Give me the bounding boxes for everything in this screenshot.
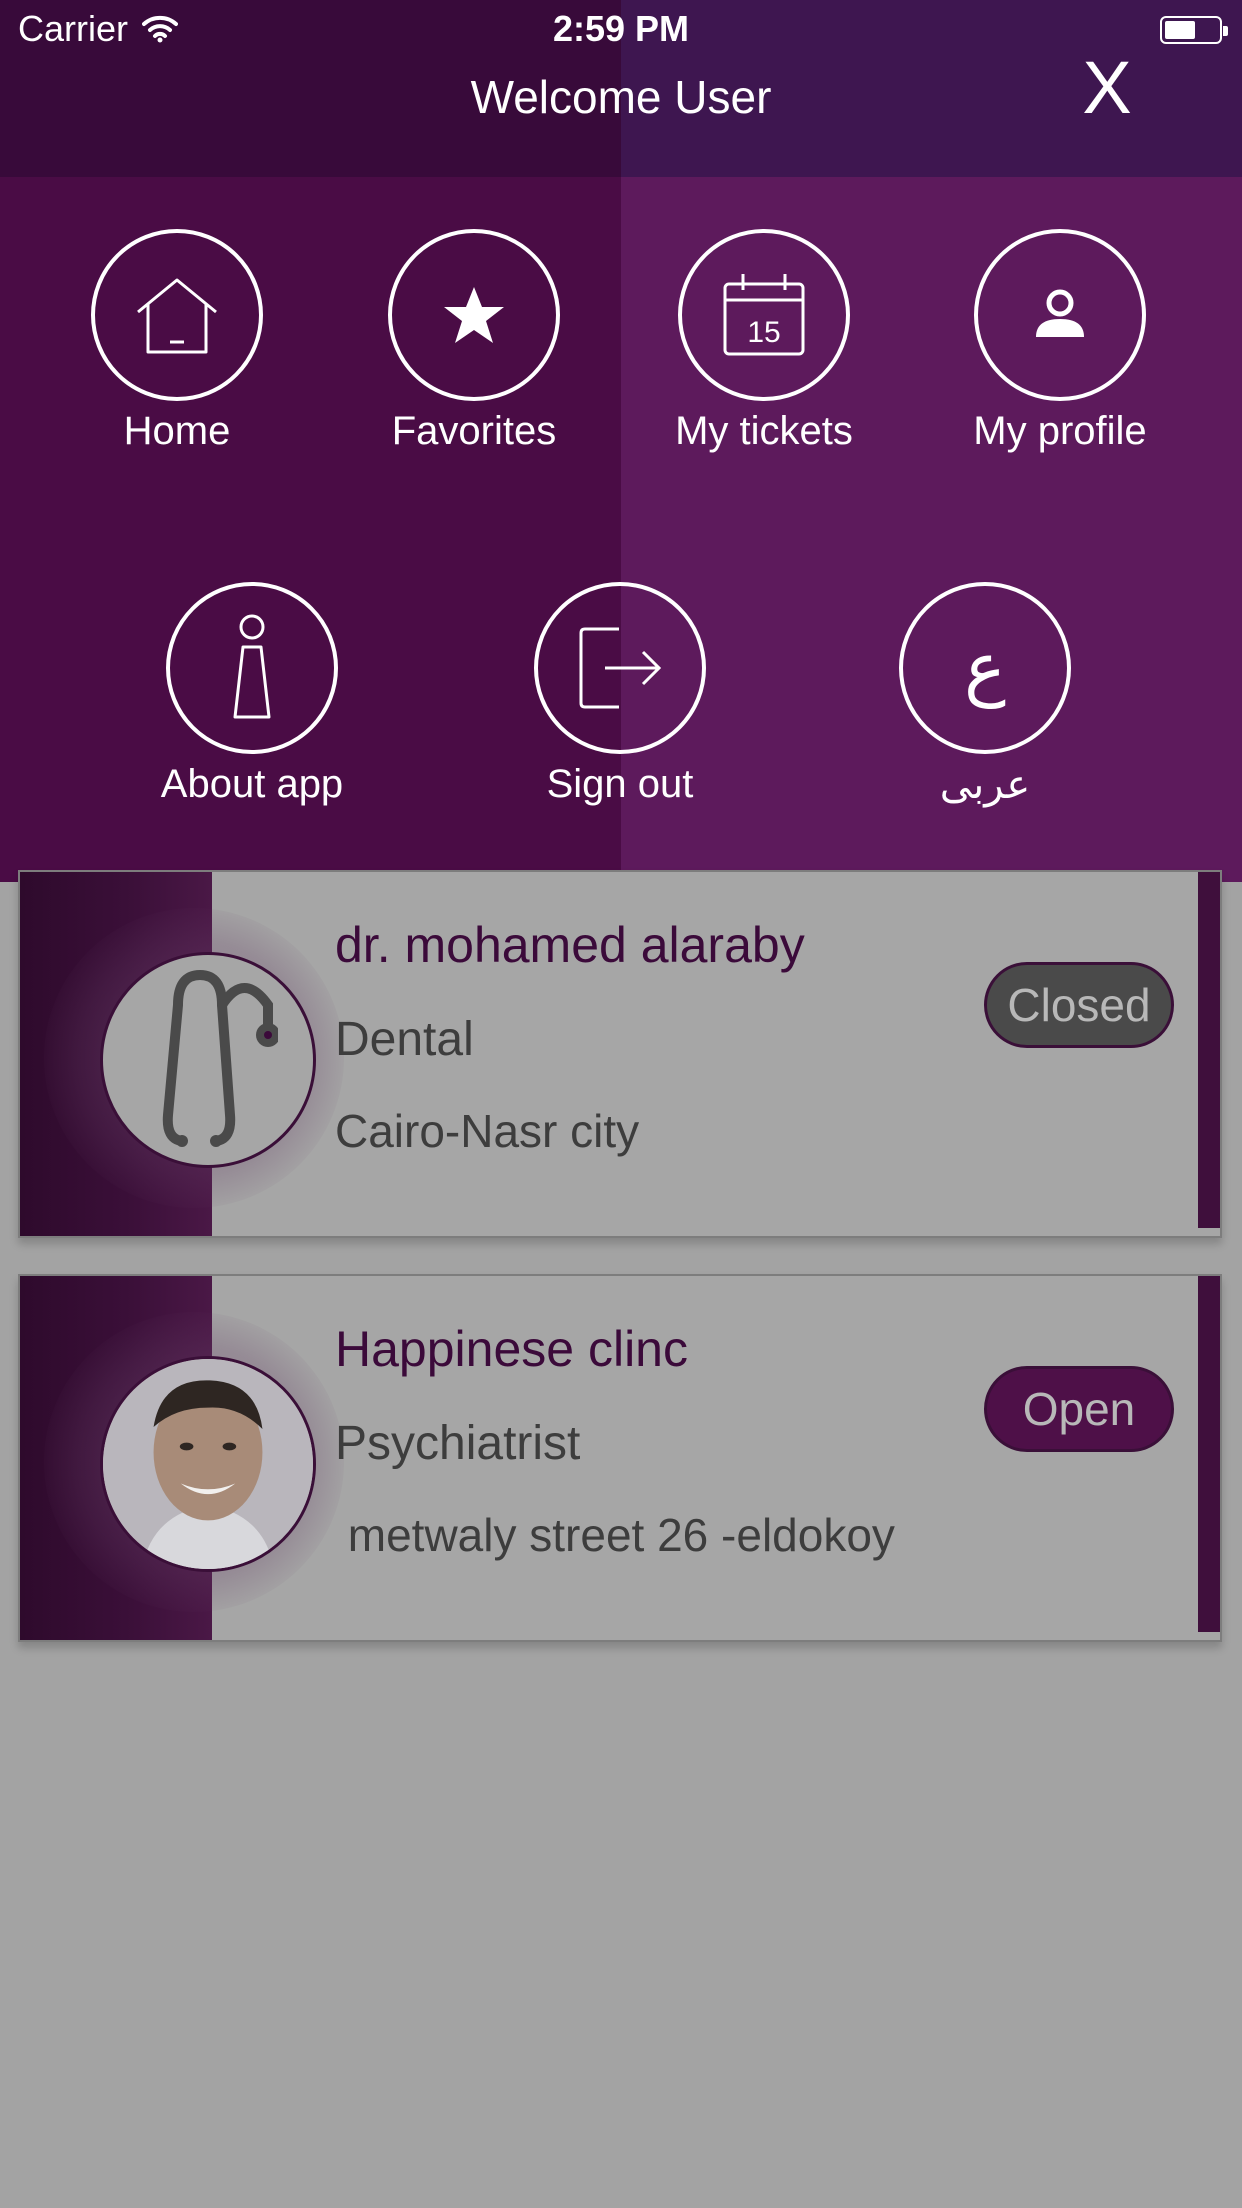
menu-label: عربى	[939, 763, 1031, 807]
close-menu-button[interactable]: X	[1076, 51, 1138, 125]
doctor-card[interactable]: dr. mohamed alaraby Dental Cairo-Nasr ci…	[18, 870, 1222, 1238]
header-title: Welcome User	[470, 71, 772, 123]
side-menu: Home Favorites 15 My tickets My profile …	[0, 177, 1242, 882]
menu-label: My profile	[973, 409, 1147, 453]
menu-item-sign-out[interactable]: Sign out	[490, 582, 750, 807]
battery-icon	[1160, 16, 1228, 44]
menu-label: Favorites	[391, 409, 557, 453]
stethoscope-icon	[162, 970, 278, 1147]
menu-item-favorites[interactable]: Favorites	[344, 229, 604, 454]
menu-label: My tickets	[675, 409, 853, 453]
star-icon	[444, 287, 504, 343]
card-accent	[1198, 1276, 1220, 1632]
menu-label: Sign out	[546, 762, 694, 806]
doctor-specialty: Dental	[335, 1013, 474, 1066]
home-icon	[137, 278, 217, 354]
doctor-name: dr. mohamed alaraby	[335, 917, 805, 973]
menu-ring: ع	[899, 582, 1071, 754]
status-badge: Open	[984, 1366, 1174, 1452]
menu-ring	[974, 229, 1146, 401]
calendar-icon: 15	[723, 274, 805, 356]
doctor-name: Happinese clinc	[335, 1321, 688, 1377]
menu-ring	[91, 229, 263, 401]
status-badge: Closed	[984, 962, 1174, 1048]
menu-item-arabic[interactable]: ع عربى	[855, 582, 1115, 808]
sign-out-icon	[579, 627, 662, 709]
arabic-letter-icon: ع	[964, 627, 1006, 709]
doctor-specialty: Psychiatrist	[335, 1417, 581, 1470]
menu-item-home[interactable]: Home	[47, 229, 307, 454]
menu-item-my-profile[interactable]: My profile	[930, 229, 1190, 454]
doctor-photo	[100, 1356, 316, 1572]
doctor-address: Cairo-Nasr city	[335, 1105, 640, 1157]
menu-label: Home	[123, 409, 231, 453]
status-time: 2:59 PM	[552, 8, 690, 49]
menu-ring	[388, 229, 560, 401]
menu-label: About app	[160, 762, 344, 806]
doctor-address: metwaly street 26 -eldokoy	[335, 1509, 895, 1561]
info-icon	[233, 614, 271, 719]
doctor-avatar	[100, 952, 316, 1168]
top-bar: Carrier 2:59 PM Welcome User X	[0, 0, 1242, 177]
menu-ring	[534, 582, 706, 754]
doctor-card[interactable]: Happinese clinc Psychiatrist metwaly str…	[18, 1274, 1222, 1642]
person-icon	[1036, 289, 1084, 337]
menu-item-about-app[interactable]: About app	[122, 582, 382, 807]
doctor-photo-icon	[103, 1359, 313, 1569]
menu-ring: 15	[678, 229, 850, 401]
card-accent	[1198, 872, 1220, 1228]
menu-ring	[166, 582, 338, 754]
menu-item-my-tickets[interactable]: 15 My tickets	[634, 229, 894, 454]
calendar-day-text: 15	[747, 316, 780, 349]
